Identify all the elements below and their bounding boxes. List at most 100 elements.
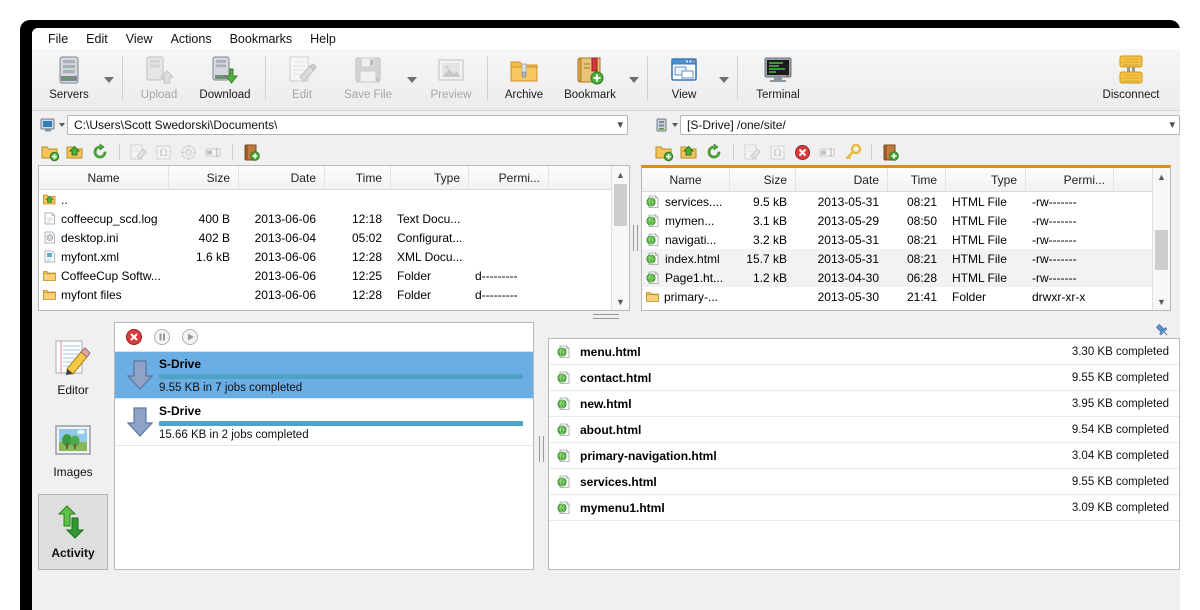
sidebar-item-images[interactable]: Images: [38, 412, 108, 488]
scroll-thumb[interactable]: [614, 184, 627, 226]
local-computer-icon-button[interactable]: [32, 118, 67, 133]
table-row[interactable]: myfont.xml1.6 kB2013-06-0612:28XML Docu.…: [39, 247, 629, 266]
local-computer-icon: [40, 118, 56, 133]
table-row[interactable]: navigati...3.2 kB2013-05-3108:21HTML Fil…: [642, 230, 1170, 249]
toolbar-save-file-dropdown[interactable]: [403, 49, 420, 107]
local-file-list[interactable]: NameSizeDateTimeTypePermi... .. coffeecup…: [38, 165, 630, 311]
scroll-thumb[interactable]: [1155, 230, 1168, 270]
column-header-name[interactable]: Name: [642, 168, 730, 191]
completed-file-row[interactable]: primary-navigation.html3.04 KB completed: [549, 443, 1179, 469]
local-vertical-scrollbar[interactable]: ▲ ▼: [611, 166, 629, 310]
table-row[interactable]: index.html15.7 kB2013-05-3108:21HTML Fil…: [642, 249, 1170, 268]
toolbar-archive-button[interactable]: Archive: [493, 49, 555, 107]
column-header-type[interactable]: Type: [946, 168, 1026, 191]
file-name: ..: [61, 193, 68, 207]
column-header-type[interactable]: Type: [391, 166, 469, 189]
delete-button[interactable]: [793, 143, 812, 162]
text-file-icon: [43, 212, 56, 225]
stop-all-button[interactable]: [125, 328, 143, 346]
pin-icon[interactable]: [1155, 323, 1170, 338]
column-header-date[interactable]: Date: [796, 168, 888, 191]
new-folder-button[interactable]: [655, 143, 674, 162]
chevron-down-icon: [104, 77, 114, 83]
html-file-icon: [557, 475, 571, 489]
column-header-date[interactable]: Date: [239, 166, 325, 189]
toolbar-terminal-button[interactable]: Terminal: [743, 49, 813, 107]
table-row[interactable]: desktop.ini402 B2013-06-0405:02Configura…: [39, 228, 629, 247]
archive-folder-button[interactable]: [242, 143, 261, 162]
toolbar-save-file-button[interactable]: Save File: [333, 49, 403, 107]
table-row[interactable]: myfont files2013-06-0612:28Folderd------…: [39, 285, 629, 304]
completed-file-row[interactable]: menu.html3.30 KB completed: [549, 339, 1179, 365]
table-row[interactable]: mymen...3.1 kB2013-05-2908:50HTML File-r…: [642, 211, 1170, 230]
remote-vertical-scrollbar[interactable]: ▲ ▼: [1152, 168, 1170, 310]
toolbar-download-button[interactable]: Download: [190, 49, 260, 107]
table-row[interactable]: primary-...2013-05-3021:41Folderdrwxr-xr…: [642, 287, 1170, 306]
horizontal-splitter[interactable]: [32, 311, 1180, 322]
file-type: XML Docu...: [391, 250, 469, 264]
table-row[interactable]: CoffeeCup Softw...2013-06-0612:25Folderd…: [39, 266, 629, 285]
transfer-job-row[interactable]: S-Drive9.55 KB in 7 jobs completed: [115, 352, 533, 399]
column-header-name[interactable]: Name: [39, 166, 169, 189]
menu-item-edit[interactable]: Edit: [77, 29, 117, 49]
menu-item-view[interactable]: View: [117, 29, 162, 49]
menu-item-bookmarks[interactable]: Bookmarks: [221, 29, 302, 49]
scroll-down-icon[interactable]: ▼: [1153, 293, 1170, 310]
toolbar-edit-button[interactable]: Edit: [271, 49, 333, 107]
scroll-up-icon[interactable]: ▲: [1153, 168, 1170, 185]
menu-item-file[interactable]: File: [39, 29, 77, 49]
column-header-size[interactable]: Size: [169, 166, 239, 189]
transfer-job-row[interactable]: S-Drive15.66 KB in 2 jobs completed: [115, 399, 533, 446]
refresh-button[interactable]: [91, 143, 110, 162]
sidebar-item-activity[interactable]: Activity: [38, 494, 108, 570]
file-name: Page1.ht...: [665, 271, 723, 285]
completed-file-row[interactable]: services.html9.55 KB completed: [549, 469, 1179, 495]
column-header-time[interactable]: Time: [888, 168, 946, 191]
parent-folder-button[interactable]: [66, 143, 85, 162]
completed-file-status: 3.09 KB completed: [1072, 502, 1169, 514]
toolbar-servers-dropdown[interactable]: [100, 49, 117, 107]
archive-folder-button[interactable]: [881, 143, 900, 162]
completed-file-row[interactable]: contact.html9.55 KB completed: [549, 365, 1179, 391]
toolbar-view-button[interactable]: View: [653, 49, 715, 107]
disconnect-button[interactable]: Disconnect: [1100, 49, 1162, 107]
remote-path-input[interactable]: [S-Drive] /one/site/ ▾: [680, 115, 1180, 135]
table-row[interactable]: ..: [39, 190, 629, 209]
menu-item-help[interactable]: Help: [301, 29, 345, 49]
file-size: 402 B: [169, 231, 239, 245]
table-row[interactable]: Page1.ht...1.2 kB2013-04-3006:28HTML Fil…: [642, 268, 1170, 287]
sidebar-item-editor[interactable]: Editor: [38, 330, 108, 406]
download-icon: [209, 53, 241, 87]
permissions-key-button[interactable]: [843, 143, 862, 162]
menu-item-actions[interactable]: Actions: [162, 29, 221, 49]
toolbar-servers-button[interactable]: Servers: [38, 49, 100, 107]
completed-file-name: contact.html: [580, 371, 1072, 385]
column-header-time[interactable]: Time: [325, 166, 391, 189]
chevron-down-icon: [719, 77, 729, 83]
queue-splitter[interactable]: [534, 322, 548, 576]
table-row[interactable]: coffeecup_scd.log400 B2013-06-0612:18Tex…: [39, 209, 629, 228]
completed-file-row[interactable]: new.html3.95 KB completed: [549, 391, 1179, 417]
remote-file-list[interactable]: NameSizeDateTimeTypePermi... services...…: [641, 165, 1171, 311]
toolbar-bookmark-button[interactable]: Bookmark: [555, 49, 625, 107]
scroll-up-icon[interactable]: ▲: [612, 166, 629, 183]
local-path-input[interactable]: C:\Users\Scott Swedorski\Documents\ ▾: [67, 115, 628, 135]
chevron-down-icon[interactable]: ▾: [1169, 120, 1175, 131]
toolbar-upload-button[interactable]: Upload: [128, 49, 190, 107]
column-header-permi[interactable]: Permi...: [469, 166, 549, 189]
chevron-down-icon[interactable]: ▾: [617, 120, 623, 131]
completed-file-row[interactable]: mymenu1.html3.09 KB completed: [549, 495, 1179, 521]
column-header-permi[interactable]: Permi...: [1026, 168, 1114, 191]
remote-server-icon-button[interactable]: [647, 118, 680, 133]
refresh-button[interactable]: [705, 143, 724, 162]
toolbar-bookmark-dropdown[interactable]: [625, 49, 642, 107]
scroll-down-icon[interactable]: ▼: [612, 293, 629, 310]
panes-vertical-splitter[interactable]: [630, 165, 641, 311]
column-header-size[interactable]: Size: [730, 168, 796, 191]
new-folder-button[interactable]: [41, 143, 60, 162]
completed-file-row[interactable]: about.html9.54 KB completed: [549, 417, 1179, 443]
toolbar-view-dropdown[interactable]: [715, 49, 732, 107]
parent-folder-button[interactable]: [680, 143, 699, 162]
table-row[interactable]: services....9.5 kB2013-05-3108:21HTML Fi…: [642, 192, 1170, 211]
toolbar-preview-button[interactable]: Preview: [420, 49, 482, 107]
